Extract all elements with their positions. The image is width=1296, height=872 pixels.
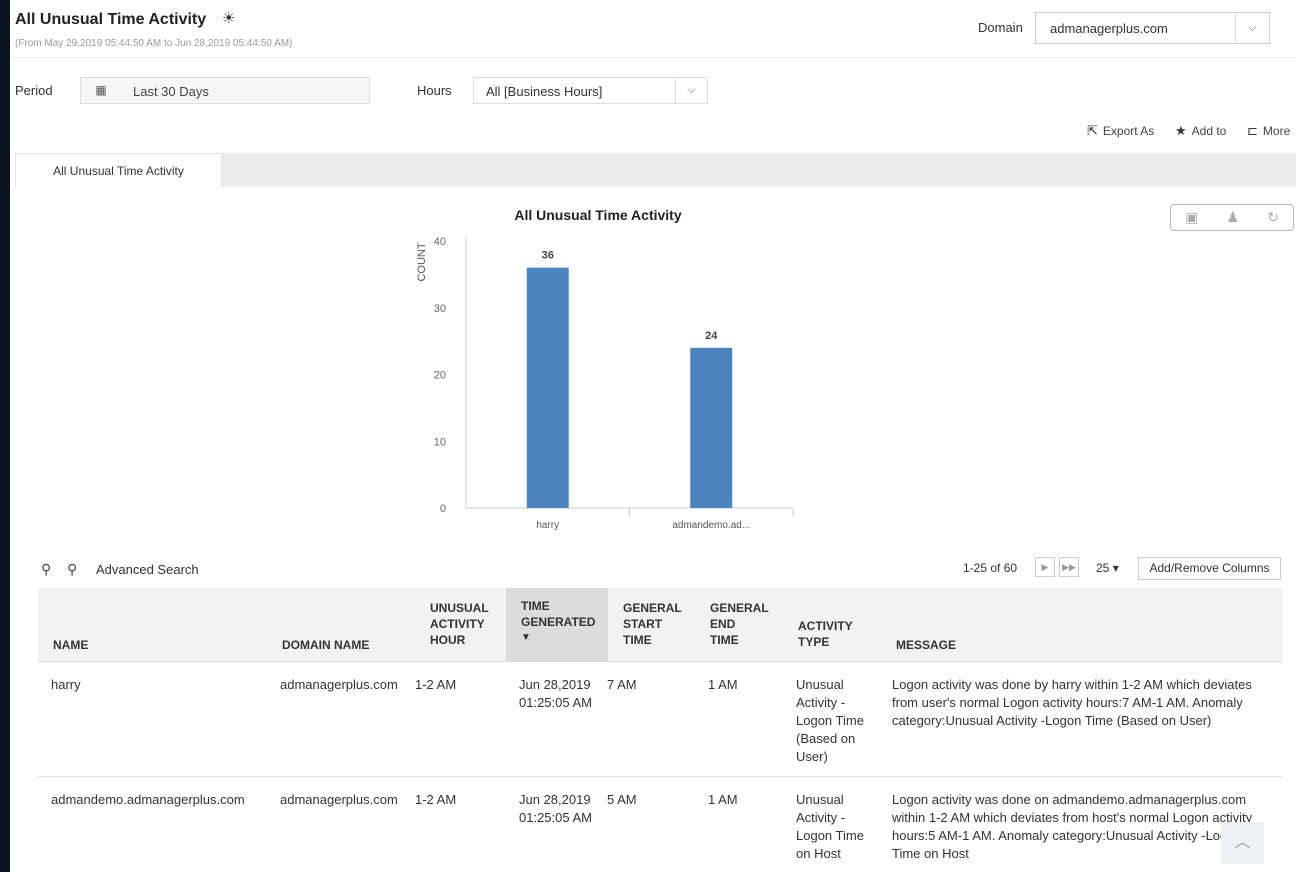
bar-1 — [690, 347, 733, 508]
period-label: Period — [15, 83, 53, 98]
y-tick-label: 40 — [434, 236, 446, 248]
cell-time-generated: Jun 28,2019 01:25:05 AM — [519, 677, 592, 710]
header-divider — [10, 57, 1296, 58]
calendar-icon[interactable]: ▦ — [81, 78, 121, 103]
advanced-search-link[interactable]: Advanced Search — [96, 562, 199, 577]
add-remove-columns-button[interactable]: Add/Remove Columns — [1138, 557, 1281, 580]
pagination-text: 1-25 of 60 — [963, 561, 1018, 575]
bar-0 — [526, 267, 569, 508]
cell-message: Logon activity was done by harry within … — [892, 677, 1252, 728]
cell-end: 1 AM — [708, 792, 738, 807]
cell-domain: admanagerplus.com — [280, 677, 398, 692]
sort-desc-icon: ▼ — [521, 632, 531, 643]
col-domain-name[interactable]: DOMAIN NAME — [282, 637, 369, 653]
cell-start: 5 AM — [607, 792, 637, 807]
chevron-down-icon[interactable]: ⌵ — [1235, 13, 1269, 43]
row-divider — [38, 776, 1283, 777]
cell-name[interactable]: harry — [51, 676, 81, 694]
domain-select[interactable]: admanagerplus.com ⌵ — [1035, 12, 1270, 44]
cell-domain: admanagerplus.com — [280, 792, 398, 807]
hours-select-value: All [Business Hours] — [486, 84, 603, 99]
col-name[interactable]: NAME — [53, 637, 88, 653]
cell-hour: 1-2 AM — [415, 677, 457, 692]
cell-activity-type: Unusual Activity - Logon Time (Based on User… — [796, 677, 864, 764]
cell-hour: 1-2 AM — [415, 792, 457, 807]
advanced-search-icon[interactable]: ⚲ — [67, 561, 77, 578]
scroll-to-top-button[interactable]: ︿ — [1221, 822, 1264, 864]
page-size-value: 25 — [1096, 561, 1110, 575]
cell-activity-type: Unusual Activity - Logon Time on Host — [796, 792, 864, 861]
more-button[interactable]: ⊏ More — [1247, 123, 1290, 139]
add-to-button[interactable]: ★ Add to — [1175, 123, 1226, 139]
page-size-select[interactable]: 25 ▾ — [1096, 561, 1119, 575]
report-frame: All Unusual Time Activity ☀ (From May 29… — [10, 0, 1296, 872]
col-message[interactable]: MESSAGE — [896, 637, 956, 653]
chevron-down-icon[interactable]: ⌵ — [675, 78, 707, 103]
add-to-label: Add to — [1191, 124, 1227, 138]
period-value: Last 30 Days — [133, 84, 209, 99]
export-as-label: Export As — [1102, 124, 1155, 138]
tab-all-unusual-time-activity[interactable]: All Unusual Time Activity — [15, 153, 222, 187]
cell-end: 1 AM — [708, 677, 738, 692]
chart-title: All Unusual Time Activity — [514, 207, 681, 223]
bar-chart: All Unusual Time Activity COUNT 0 10 20 30 40 3… — [416, 207, 794, 531]
col-general-end-time[interactable]: GENERAL END TIME — [710, 600, 769, 648]
y-tick-label: 30 — [434, 303, 446, 315]
last-page-button[interactable]: ▶▶ — [1059, 557, 1079, 577]
hours-label: Hours — [417, 83, 452, 98]
data-label-1: 24 — [705, 330, 718, 342]
y-tick-label: 0 — [440, 503, 446, 515]
next-page-button[interactable]: ▶ — [1035, 557, 1055, 577]
y-tick-label: 10 — [434, 436, 446, 448]
hours-select[interactable]: All [Business Hours] ⌵ — [473, 77, 708, 104]
business-hours-icon[interactable]: ☀ — [222, 9, 235, 27]
x-tick-label-0: harry — [536, 520, 559, 531]
data-label-0: 36 — [542, 250, 554, 262]
cell-name[interactable]: admandemo.admanagerplus.com — [51, 791, 245, 809]
y-tick-label: 20 — [434, 370, 446, 382]
x-tick-label-1: admandemo.ad... — [672, 520, 750, 531]
more-label: More — [1262, 124, 1291, 138]
col-activity-type[interactable]: ACTIVITY TYPE — [798, 618, 853, 650]
domain-select-value: admanagerplus.com — [1050, 21, 1168, 36]
cell-time-generated: Jun 28,2019 01:25:05 AM — [519, 792, 592, 825]
cell-start: 7 AM — [607, 677, 637, 692]
domain-label: Domain — [978, 20, 1023, 35]
date-range-text: (From May 29,2019 05:44:50 AM to Jun 28,… — [15, 38, 293, 49]
search-icon[interactable]: ⚲ — [41, 561, 51, 578]
export-as-button[interactable]: ⇱ Export As — [1087, 123, 1154, 139]
more-icon: ⊏ — [1247, 123, 1258, 138]
col-unusual-activity-hour[interactable]: UNUSUAL ACTIVITY HOUR — [430, 600, 489, 648]
y-axis-label: COUNT — [416, 242, 428, 281]
export-icon: ⇱ — [1087, 123, 1098, 138]
col-time-generated[interactable]: TIME GENERATED ▼ — [506, 588, 608, 662]
tab-bar: All Unusual Time Activity — [15, 153, 1296, 187]
star-icon: ★ — [1175, 123, 1187, 138]
cell-message: Logon activity was done on admandemo.adm… — [892, 792, 1253, 861]
period-selector[interactable]: ▦ Last 30 Days — [80, 77, 370, 104]
page-title: All Unusual Time Activity — [15, 11, 207, 28]
col-general-start-time[interactable]: GENERAL START TIME — [623, 600, 682, 648]
